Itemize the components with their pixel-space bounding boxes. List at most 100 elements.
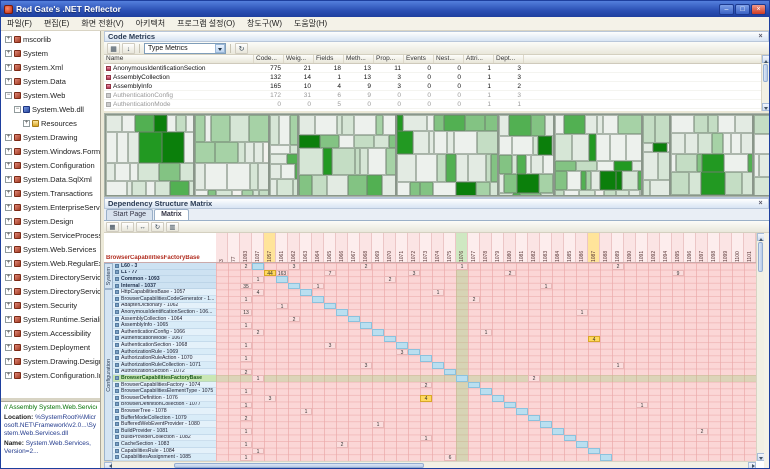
treemap-cell[interactable] bbox=[376, 115, 383, 135]
matrix-row-label[interactable]: AuthorizationRuleAction - 1070 bbox=[113, 355, 216, 362]
treemap-cell[interactable] bbox=[499, 193, 513, 196]
treemap-cell[interactable] bbox=[434, 115, 444, 131]
matrix-row-label[interactable]: AuthorizationRuleCollection - 1071 bbox=[113, 362, 216, 369]
treemap-cell[interactable] bbox=[254, 142, 263, 163]
treemap-cell[interactable] bbox=[154, 115, 167, 132]
treemap-cell[interactable] bbox=[616, 190, 629, 196]
matrix-column-header[interactable]: 1086 bbox=[576, 233, 588, 263]
tree-item[interactable]: +System.DirectoryServices bbox=[1, 270, 100, 284]
treemap-cell[interactable] bbox=[712, 133, 723, 154]
matrix-group-strip[interactable]: Configuration bbox=[104, 289, 113, 461]
dependency-cell[interactable]: 2 bbox=[696, 428, 708, 435]
treemap-cell[interactable] bbox=[299, 115, 315, 135]
treemap-cell[interactable] bbox=[658, 152, 670, 180]
tree-expander-icon[interactable]: + bbox=[5, 330, 12, 337]
matrix-column-header[interactable]: 1063 bbox=[300, 233, 312, 263]
treemap-cell[interactable] bbox=[299, 175, 312, 196]
tree-expander-icon[interactable]: + bbox=[5, 302, 12, 309]
tree-expander-icon[interactable]: + bbox=[5, 288, 12, 295]
treemap-cell[interactable] bbox=[632, 161, 642, 171]
matrix-column-header[interactable]: 1070 bbox=[384, 233, 396, 263]
treemap-cell[interactable] bbox=[106, 115, 122, 132]
dependency-cell[interactable]: 1 bbox=[252, 448, 264, 455]
dependency-cell[interactable]: 1 bbox=[300, 408, 312, 415]
matrix-column-header[interactable]: 77 bbox=[228, 233, 240, 263]
treemap-cell[interactable] bbox=[754, 115, 770, 134]
treemap-cell[interactable] bbox=[290, 145, 298, 154]
treemap-cell[interactable] bbox=[708, 115, 718, 133]
treemap-cell[interactable] bbox=[277, 179, 293, 196]
treemap-cell[interactable] bbox=[403, 115, 427, 131]
matrix-column-header[interactable]: 1083 bbox=[540, 233, 552, 263]
dependency-cell[interactable]: 3 bbox=[396, 349, 408, 356]
column-header[interactable]: Events bbox=[404, 55, 434, 63]
treemap-cell[interactable] bbox=[139, 132, 162, 163]
treemap-cell[interactable] bbox=[603, 115, 618, 134]
matrix-column-header[interactable]: 1094 bbox=[660, 233, 672, 263]
treemap-cell[interactable] bbox=[320, 135, 339, 148]
matrix-column-header[interactable]: 1092 bbox=[648, 233, 660, 263]
treemap-cell[interactable] bbox=[564, 115, 585, 134]
treemap-cell[interactable] bbox=[741, 133, 753, 154]
matrix-column-header[interactable]: 1100 bbox=[732, 233, 744, 263]
treemap-cell[interactable] bbox=[723, 133, 731, 154]
matrix-row-label[interactable]: AdapterDictionary - 1062 bbox=[113, 303, 216, 310]
diagonal-cell[interactable] bbox=[468, 382, 480, 389]
tree-expander-icon[interactable]: + bbox=[5, 344, 12, 351]
matrix-row-label[interactable]: Common - 1093 bbox=[113, 276, 216, 283]
menu-item[interactable]: 도움말(H) bbox=[288, 17, 333, 31]
metrics-scrollbar[interactable] bbox=[761, 55, 769, 111]
treemap-cell[interactable] bbox=[315, 115, 337, 135]
treemap-cell[interactable] bbox=[702, 154, 724, 172]
table-row[interactable]: AuthenticationConfig172316900013 bbox=[104, 91, 761, 100]
treemap-cell[interactable] bbox=[146, 181, 155, 196]
dependency-cell[interactable]: 3 bbox=[408, 270, 420, 277]
treemap-cell[interactable] bbox=[446, 154, 456, 182]
treemap-cell[interactable] bbox=[397, 131, 413, 154]
dependency-cell[interactable]: 3 bbox=[324, 342, 336, 349]
treemap-cell[interactable] bbox=[281, 164, 295, 179]
dependency-cell[interactable]: 1 bbox=[312, 283, 324, 290]
scroll-down-icon[interactable] bbox=[762, 103, 770, 111]
diagonal-cell[interactable] bbox=[564, 435, 576, 442]
refresh-icon[interactable]: ↻ bbox=[235, 43, 248, 54]
treemap-cell[interactable] bbox=[227, 163, 250, 190]
tree-expander-icon[interactable]: + bbox=[5, 162, 12, 169]
column-header[interactable]: Prop... bbox=[374, 55, 404, 63]
matrix-column-header[interactable]: 1096 bbox=[684, 233, 696, 263]
diagonal-cell[interactable] bbox=[276, 276, 288, 283]
matrix-column-header[interactable]: 1067 bbox=[348, 233, 360, 263]
dependency-cell[interactable]: 1 bbox=[252, 276, 264, 283]
scroll-thumb[interactable] bbox=[174, 463, 424, 468]
diagonal-cell[interactable] bbox=[576, 441, 588, 448]
column-header[interactable]: Weig... bbox=[284, 55, 314, 63]
matrix-column-header[interactable]: 1074 bbox=[432, 233, 444, 263]
tree-item[interactable]: +System.Runtime.Serialization.Formatters bbox=[1, 312, 100, 326]
matrix-column-header[interactable]: 1098 bbox=[708, 233, 720, 263]
treemap-cell[interactable] bbox=[342, 115, 354, 135]
treemap-cell[interactable] bbox=[595, 190, 604, 196]
treemap-cell[interactable] bbox=[456, 154, 468, 182]
treemap-cell[interactable] bbox=[312, 175, 327, 196]
treemap-cell[interactable] bbox=[215, 142, 238, 163]
dependency-cell[interactable]: 1 bbox=[456, 263, 468, 270]
table-row[interactable]: AssemblyCollection1321411330013 bbox=[104, 73, 761, 82]
tree-item[interactable]: −System.Web bbox=[1, 88, 100, 102]
matrix-group-strip[interactable]: System bbox=[104, 263, 113, 289]
matrix-row-label[interactable]: BrowserDefinition - 1076 bbox=[113, 395, 216, 402]
treemap-cell[interactable] bbox=[643, 143, 653, 152]
matrix-row-label[interactable]: AssemblyInfo - 1065 bbox=[113, 322, 216, 329]
tree-expander-icon[interactable]: + bbox=[5, 176, 12, 183]
minimize-button[interactable]: – bbox=[719, 4, 734, 15]
treemap-cell[interactable] bbox=[339, 135, 354, 148]
treemap-cell[interactable] bbox=[374, 135, 389, 148]
dependency-cell[interactable]: 1 bbox=[240, 428, 252, 435]
diagonal-cell[interactable] bbox=[456, 375, 468, 382]
tree-expander-icon[interactable]: + bbox=[5, 358, 12, 365]
tree-item[interactable]: +System.Transactions bbox=[1, 186, 100, 200]
treemap-cell[interactable] bbox=[504, 174, 517, 193]
tree-expander-icon[interactable]: + bbox=[5, 218, 12, 225]
treemap-cell[interactable] bbox=[230, 115, 249, 142]
matrix-row-label[interactable]: BrowserCapabilitiesCodeGenerator - 1... bbox=[113, 296, 216, 303]
treemap-cell[interactable] bbox=[579, 190, 595, 196]
